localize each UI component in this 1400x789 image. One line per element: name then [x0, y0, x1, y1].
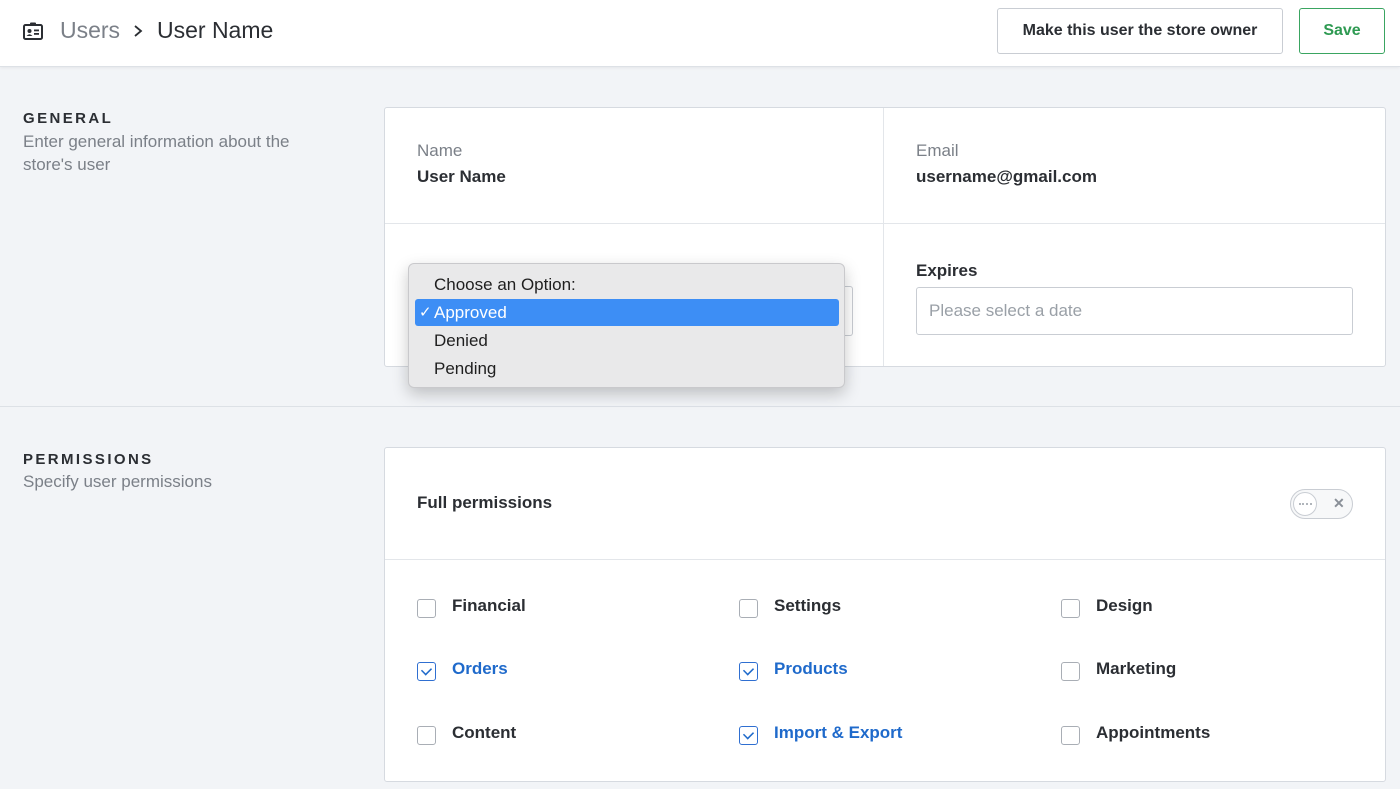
- permissions-card: Full permissions ✕ Financial Settings Desi…: [384, 447, 1386, 782]
- email-value: username@gmail.com: [916, 167, 1097, 186]
- permissions-section-description: Specify user permissions: [23, 472, 212, 491]
- checkmark-icon: [742, 728, 755, 740]
- permission-label[interactable]: Financial: [452, 596, 526, 616]
- permission-label[interactable]: Orders: [452, 659, 508, 679]
- card-divider-vertical: [883, 108, 884, 366]
- dropdown-option-label: Approved: [434, 303, 507, 322]
- permission-checkbox[interactable]: [417, 726, 436, 745]
- permission-label[interactable]: Import & Export: [774, 723, 902, 743]
- close-icon: ✕: [1333, 495, 1345, 511]
- general-section-title: GENERAL: [23, 110, 114, 127]
- card-divider-horizontal: [385, 559, 1385, 560]
- name-value: User Name: [417, 167, 506, 186]
- expires-date-input[interactable]: [916, 287, 1353, 335]
- full-permissions-label: Full permissions: [417, 493, 553, 512]
- permission-checkbox[interactable]: [739, 599, 758, 618]
- permission-label[interactable]: Appointments: [1096, 723, 1210, 743]
- dropdown-option-denied[interactable]: Denied: [415, 327, 839, 354]
- make-store-owner-button[interactable]: Make this user the store owner: [997, 8, 1283, 54]
- breadcrumb-users-link[interactable]: Users: [60, 17, 120, 44]
- permission-label[interactable]: Products: [774, 659, 848, 679]
- toggle-knob: [1293, 492, 1317, 516]
- section-divider: [0, 406, 1400, 407]
- permission-label[interactable]: Marketing: [1096, 659, 1176, 679]
- full-permissions-toggle[interactable]: ✕: [1290, 489, 1353, 519]
- dropdown-option-approved[interactable]: ✓ Approved: [415, 299, 839, 326]
- permission-checkbox[interactable]: [1061, 599, 1080, 618]
- dropdown-option-pending[interactable]: Pending: [415, 355, 839, 382]
- user-card-icon: [23, 22, 43, 40]
- status-dropdown-menu: Choose an Option: ✓ Approved Denied Pend…: [408, 263, 845, 388]
- checkmark-icon: [742, 664, 755, 676]
- name-label: Name: [417, 141, 463, 160]
- chevron-right-icon: [134, 25, 143, 37]
- permission-checkbox[interactable]: [1061, 662, 1080, 681]
- permission-checkbox[interactable]: [417, 599, 436, 618]
- permission-checkbox[interactable]: [417, 662, 436, 681]
- general-section-description: Enter general information about the stor…: [23, 132, 290, 174]
- checkmark-icon: ✓: [419, 304, 432, 321]
- expires-label: Expires: [916, 261, 978, 280]
- permission-checkbox[interactable]: [1061, 726, 1080, 745]
- dropdown-prompt: Choose an Option:: [434, 275, 576, 294]
- card-divider-horizontal: [385, 223, 1385, 224]
- permission-label[interactable]: Design: [1096, 596, 1153, 616]
- page-title: User Name: [157, 17, 274, 43]
- email-label: Email: [916, 141, 959, 160]
- permission-checkbox[interactable]: [739, 662, 758, 681]
- permissions-section-title: PERMISSIONS: [23, 451, 154, 468]
- save-button[interactable]: Save: [1299, 8, 1385, 54]
- top-bar: Users User Name Make this user the store…: [0, 0, 1400, 67]
- permission-label[interactable]: Settings: [774, 596, 841, 616]
- checkmark-icon: [420, 664, 433, 676]
- permission-checkbox[interactable]: [739, 726, 758, 745]
- permission-label[interactable]: Content: [452, 723, 516, 743]
